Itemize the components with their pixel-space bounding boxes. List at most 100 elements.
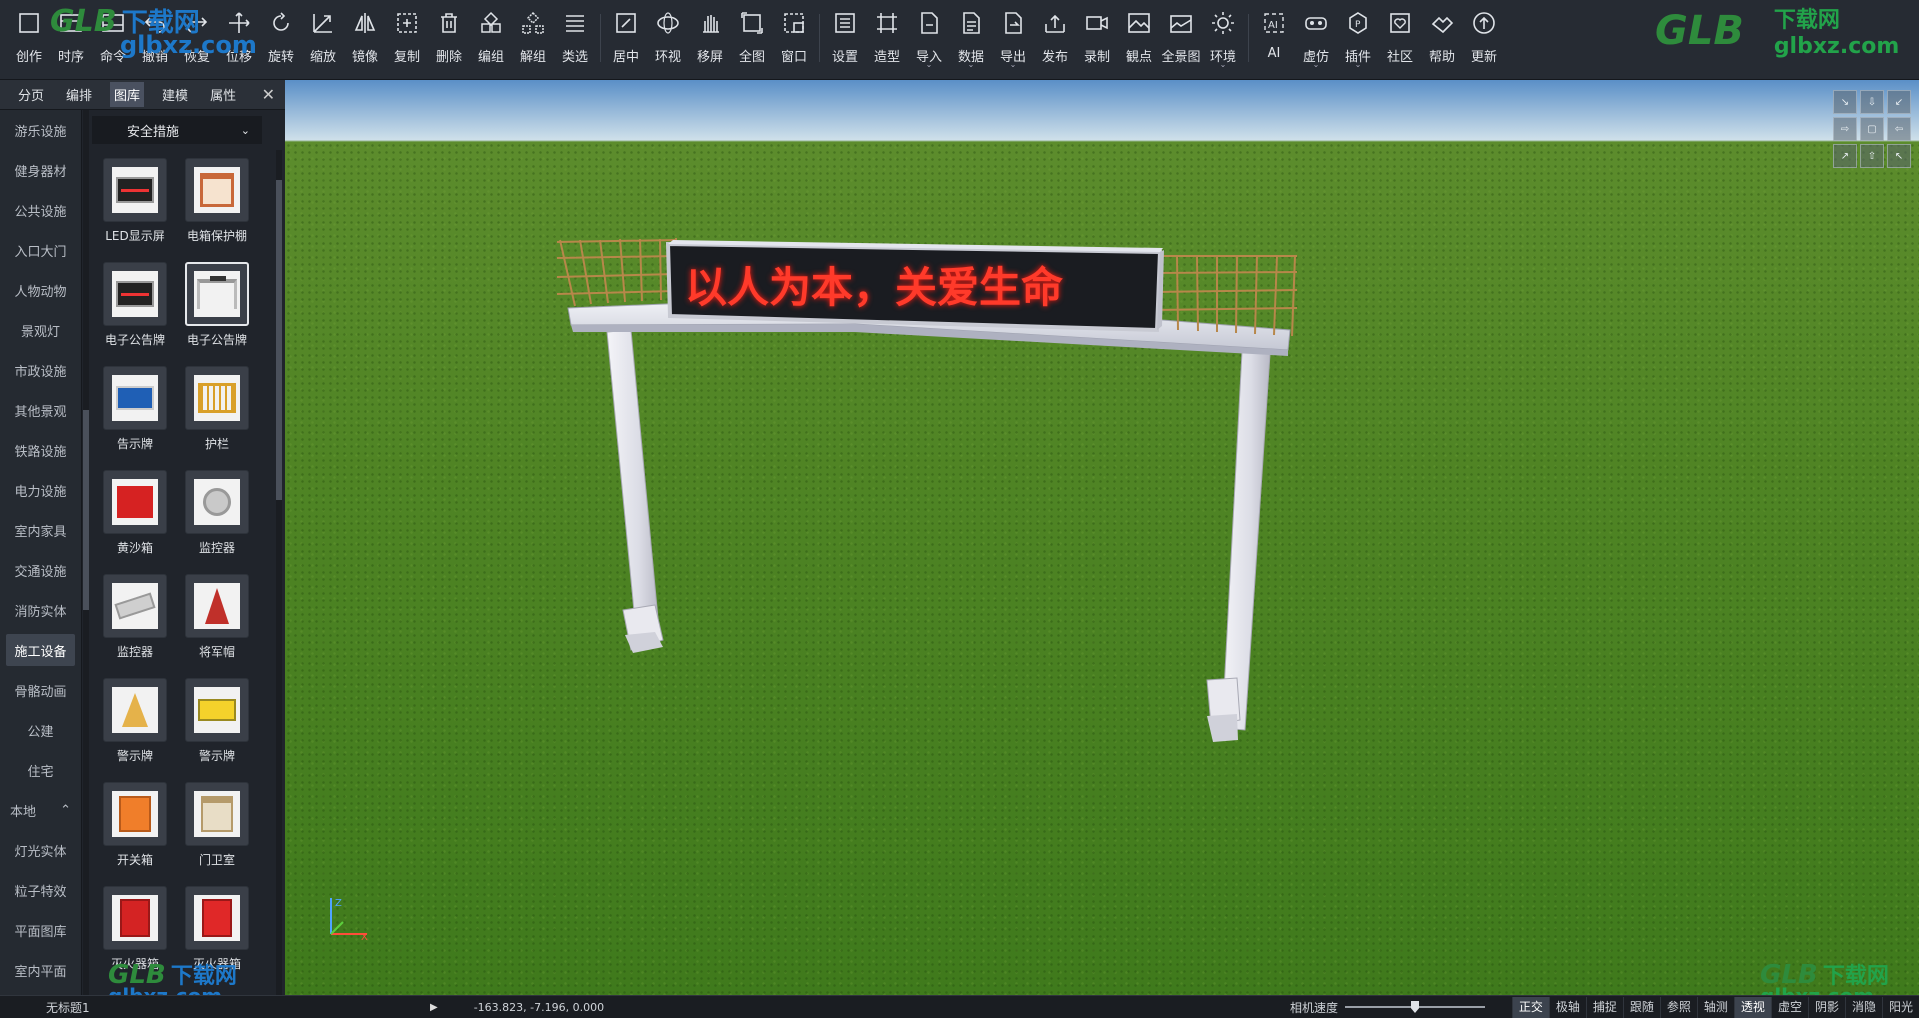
view-cube-button[interactable]: ↗	[1833, 144, 1857, 168]
toolbar-button-orbit[interactable]: 环视	[647, 0, 689, 74]
library-item[interactable]: 将军帽	[176, 574, 258, 678]
scrollbar-thumb[interactable]	[276, 180, 282, 500]
play-icon[interactable]: ▶	[430, 1002, 438, 1013]
view-cube-button[interactable]: ↘	[1833, 90, 1857, 114]
library-item[interactable]: 电子公告牌	[94, 262, 176, 366]
toolbar-button-rotate[interactable]: 旋转	[260, 0, 302, 74]
status-toggle[interactable]: 参照	[1659, 996, 1697, 1018]
scrollbar-thumb[interactable]	[83, 410, 89, 610]
category-item[interactable]: 室内平面	[0, 950, 81, 990]
panel-tab[interactable]: 属性	[206, 82, 240, 107]
category-item[interactable]: 市政设施	[0, 350, 81, 390]
panel-tab[interactable]: 图库	[110, 82, 145, 107]
toolbar-button-publish[interactable]: 发布	[1034, 0, 1076, 74]
library-item[interactable]: 监控器	[94, 574, 176, 678]
toolbar-button-move[interactable]: 位移	[218, 0, 260, 74]
toolbar-button-vr[interactable]: 虚仿 ⌄	[1295, 0, 1337, 74]
toolbar-button-group[interactable]: 编组	[470, 0, 512, 74]
camera-speed-slider[interactable]	[1345, 1001, 1485, 1013]
toolbar-button-settings[interactable]: 设置	[824, 0, 866, 74]
status-toggle[interactable]: 虚空	[1770, 996, 1808, 1018]
library-item[interactable]: 灭火器箱	[94, 886, 176, 990]
toolbar-button-class-select[interactable]: 类选	[554, 0, 596, 74]
gantry-sign-model[interactable]: 以人为本，关爱生命	[285, 80, 1919, 995]
category-item[interactable]: 景观灯	[0, 310, 81, 350]
panel-tab[interactable]: 分页	[14, 82, 48, 107]
toolbar-button-center[interactable]: 居中	[605, 0, 647, 74]
status-toggle[interactable]: 消隐	[1844, 996, 1882, 1018]
view-cube-button[interactable]: ⇨	[1833, 117, 1857, 141]
toolbar-button-export[interactable]: 导出 ⌄	[992, 0, 1034, 74]
toolbar-button-zoom-extents[interactable]: 全图	[731, 0, 773, 74]
toolbar-button-panorama[interactable]: 全景图	[1160, 0, 1202, 74]
toolbar-button-timeline[interactable]: 时序	[50, 0, 92, 74]
toolbar-button-zoom-window[interactable]: 窗口	[773, 0, 815, 74]
library-item[interactable]: 灭火器箱	[176, 886, 258, 990]
category-item[interactable]: 骨骼动画	[0, 670, 81, 710]
category-item[interactable]: 铁路设施	[0, 430, 81, 470]
toolbar-button-ungroup[interactable]: 解组	[512, 0, 554, 74]
view-cube-button[interactable]: ↙	[1887, 90, 1911, 114]
status-toggle[interactable]: 正交	[1511, 996, 1549, 1018]
category-item[interactable]: 健身器材	[0, 150, 81, 190]
toolbar-button-create[interactable]: 创作	[8, 0, 50, 74]
library-item[interactable]: 电箱保护棚	[176, 158, 258, 262]
view-navigation-cube[interactable]: ↘ ⇩ ↙ ⇨ ▢ ⇦ ↗ ⇧ ↖	[1833, 90, 1911, 168]
category-item[interactable]: 游乐设施	[0, 110, 81, 150]
toolbar-button-ai[interactable]: AI AI	[1253, 0, 1295, 74]
library-item[interactable]: 警示牌	[94, 678, 176, 782]
toolbar-button-undo[interactable]: 撤销	[134, 0, 176, 74]
close-icon[interactable]: ✕	[262, 85, 275, 104]
toolbar-button-redo[interactable]: 恢复	[176, 0, 218, 74]
category-item[interactable]: 灯光实体	[0, 830, 81, 870]
category-item[interactable]: 其他景观	[0, 390, 81, 430]
library-item[interactable]: 警示牌	[176, 678, 258, 782]
library-item[interactable]: 开关箱	[94, 782, 176, 886]
toolbar-button-viewpoint[interactable]: 観点	[1118, 0, 1160, 74]
category-item[interactable]: 公共设施	[0, 190, 81, 230]
toolbar-button-import[interactable]: 导入 ⌄	[908, 0, 950, 74]
view-cube-button[interactable]: ↖	[1887, 144, 1911, 168]
status-toggle[interactable]: 阳光	[1881, 996, 1919, 1018]
status-toggle[interactable]: 轴测	[1696, 996, 1734, 1018]
toolbar-button-command[interactable]: 命令	[92, 0, 134, 74]
category-item[interactable]: 交通设施	[0, 550, 81, 590]
panel-tab[interactable]: 建模	[158, 82, 192, 107]
toolbar-button-community[interactable]: 社区	[1379, 0, 1421, 74]
library-item[interactable]: 门卫室	[176, 782, 258, 886]
status-toggle[interactable]: 捕捉	[1585, 996, 1623, 1018]
toolbar-button-data[interactable]: 数据 ⌄	[950, 0, 992, 74]
status-toggle[interactable]: 透视	[1733, 996, 1771, 1018]
library-category-dropdown[interactable]: 安全措施 ⌄	[92, 116, 262, 144]
toolbar-button-record[interactable]: 录制	[1076, 0, 1118, 74]
category-item[interactable]: 公建	[0, 710, 81, 750]
library-item[interactable]: 护栏	[176, 366, 258, 470]
toolbar-button-delete[interactable]: 删除	[428, 0, 470, 74]
toolbar-button-copy[interactable]: 复制	[386, 0, 428, 74]
toolbar-button-scale[interactable]: 缩放	[302, 0, 344, 74]
view-cube-button[interactable]: ⇦	[1887, 117, 1911, 141]
toolbar-button-pan-hand[interactable]: 移屏	[689, 0, 731, 74]
status-toggle[interactable]: 跟随	[1622, 996, 1660, 1018]
toolbar-button-modeling[interactable]: 造型	[866, 0, 908, 74]
category-item[interactable]: 人物动物	[0, 270, 81, 310]
status-toggle[interactable]: 阴影	[1807, 996, 1845, 1018]
library-item[interactable]: 告示牌	[94, 366, 176, 470]
category-item[interactable]: 入口大门	[0, 230, 81, 270]
view-cube-button[interactable]: ⇧	[1860, 144, 1884, 168]
toolbar-button-plugin[interactable]: P 插件 ⌄	[1337, 0, 1379, 74]
category-item[interactable]: 室内家具	[0, 510, 81, 550]
toolbar-button-help[interactable]: 帮助	[1421, 0, 1463, 74]
category-item[interactable]: 住宅	[0, 750, 81, 790]
panel-tab[interactable]: 编排	[62, 82, 96, 107]
library-item[interactable]: LED显示屏	[94, 158, 176, 262]
category-item[interactable]: 施工设备	[6, 634, 75, 666]
category-scrollbar[interactable]	[83, 110, 89, 995]
3d-viewport[interactable]: 以人为本，关爱生命 ↘ ⇩ ↙ ⇨ ▢ ⇦ ↗ ⇧ ↖ Z X	[285, 80, 1919, 995]
category-item[interactable]: 平面图库	[0, 910, 81, 950]
category-item[interactable]: 电力设施	[0, 470, 81, 510]
library-item[interactable]: 黄沙箱	[94, 470, 176, 574]
category-item[interactable]: 消防实体	[0, 590, 81, 630]
category-item[interactable]: 粒子特效	[0, 870, 81, 910]
status-toggle[interactable]: 极轴	[1548, 996, 1586, 1018]
